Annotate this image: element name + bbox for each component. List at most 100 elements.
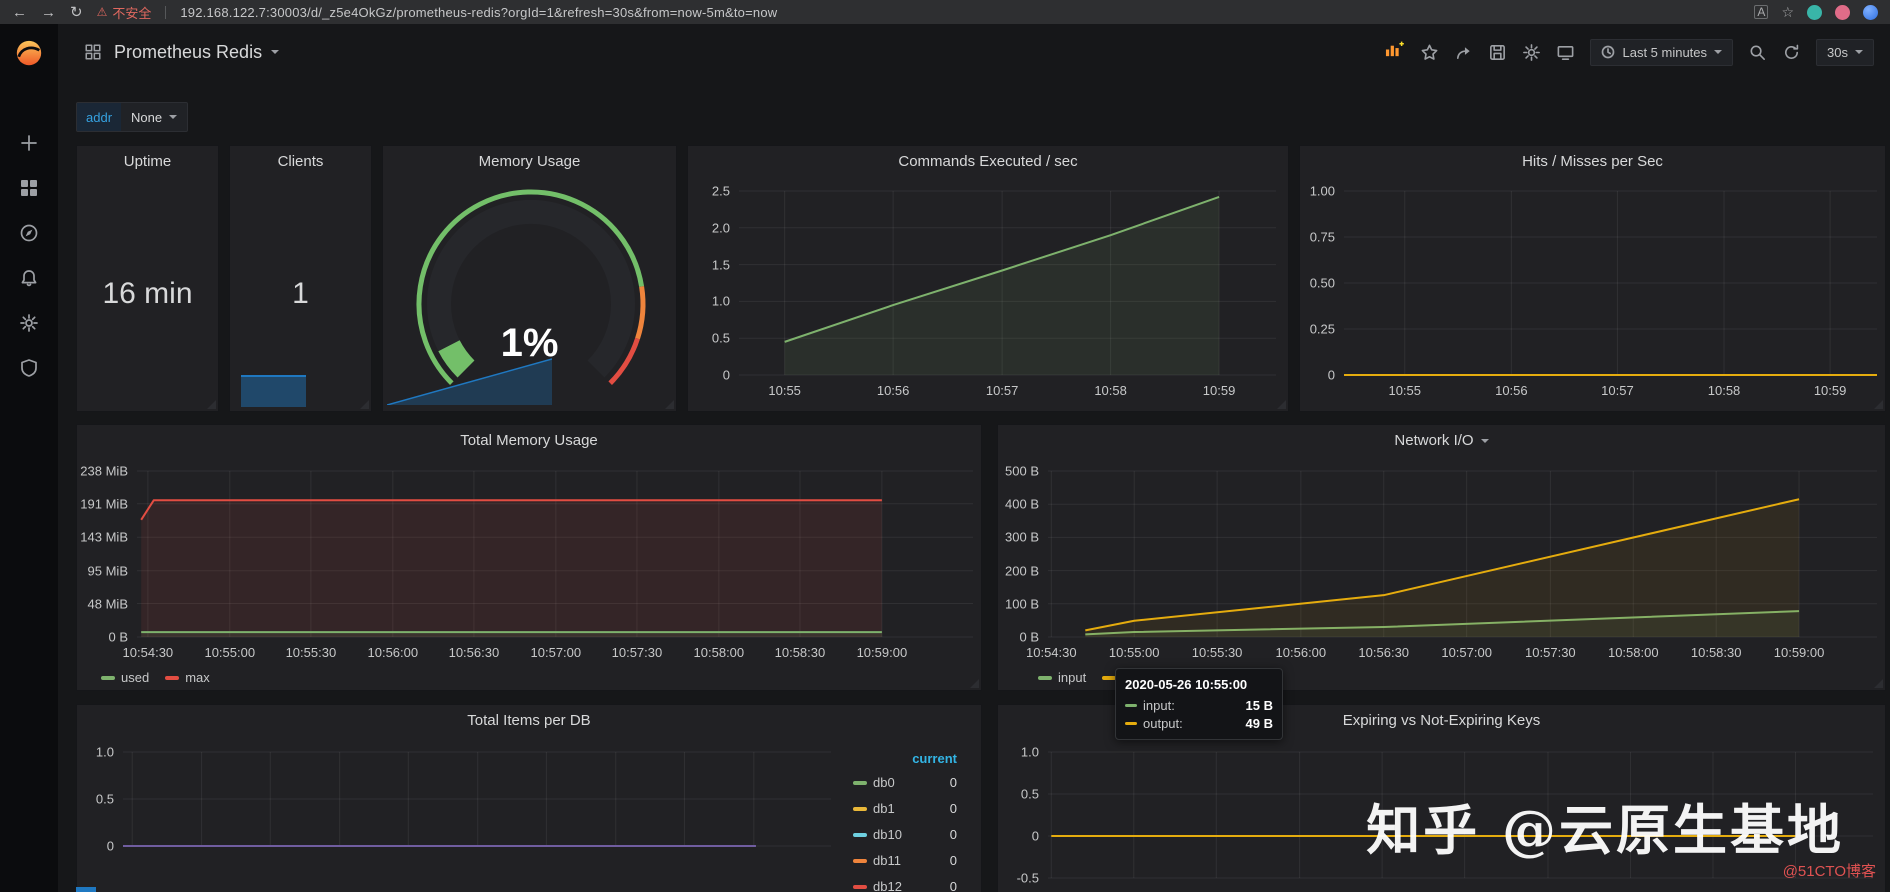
tooltip-timestamp: 2020-05-26 10:55:00	[1125, 677, 1248, 692]
tooltip-row-output: output: 49 B	[1125, 716, 1273, 731]
panel-title[interactable]: Commands Executed / sec	[688, 146, 1288, 178]
legend-item-used[interactable]: used	[101, 670, 149, 685]
series-color-dash	[853, 832, 867, 837]
configuration-gear-icon[interactable]	[19, 313, 39, 333]
memory-usage-value: 1%	[500, 321, 559, 365]
x-axis-label: 10:59	[1813, 383, 1847, 398]
grafana-logo[interactable]	[14, 38, 44, 68]
browser-forward-button[interactable]: →	[41, 5, 56, 20]
legend-table: current db0 0 db1 0 db10 0 db11 0 db12 0	[853, 751, 957, 892]
share-icon[interactable]	[1454, 43, 1473, 62]
x-axis-label: 10:58:30	[1690, 645, 1742, 660]
save-icon[interactable]	[1488, 43, 1507, 62]
chevron-down-icon	[1855, 50, 1863, 54]
y-axis-label: 400 B	[1005, 496, 1039, 512]
legend-row-db0[interactable]: db0 0	[853, 774, 957, 791]
panel-clients: Clients 1	[229, 145, 372, 412]
navbar-actions: Last 5 minutes 30s	[1384, 38, 1874, 66]
settings-gear-icon[interactable]	[1522, 43, 1541, 62]
y-axis-label: 0 B	[108, 629, 128, 645]
panel-title[interactable]: Uptime	[77, 146, 218, 178]
y-axis-label: 2.5	[711, 183, 730, 199]
tooltip-row-input: input: 15 B	[1125, 698, 1273, 713]
hits-misses-chart: 1.00 0.75 0.50 0.25 0 10:55 10:56 10:57 10:58 10:…	[1310, 184, 1877, 398]
dashboards-icon[interactable]	[19, 178, 39, 198]
y-axis-label: 0 B	[1019, 629, 1039, 645]
x-axis-label: 10:59	[1202, 383, 1236, 398]
browser-back-button[interactable]: ←	[12, 5, 27, 20]
extension-icon-pink[interactable]	[1835, 4, 1850, 20]
y-axis-label: 0.25	[1309, 321, 1335, 337]
panel-title[interactable]: Total Items per DB	[77, 705, 981, 737]
warning-icon: ⚠	[96, 5, 108, 19]
items-per-db-chart: 1.0 0.5 0	[96, 745, 831, 854]
y-axis-label: 500 B	[1005, 463, 1039, 479]
panel-title[interactable]: Total Memory Usage	[77, 425, 981, 457]
legend-row-db12[interactable]: db12 0	[853, 878, 957, 892]
panel-title[interactable]: Hits / Misses per Sec	[1300, 146, 1885, 178]
extension-icon-teal[interactable]	[1807, 4, 1822, 20]
x-axis-label: 10:55	[1388, 383, 1422, 398]
dashboard-title-dropdown[interactable]: Prometheus Redis	[114, 42, 280, 63]
y-axis-label: 95 MiB	[87, 563, 128, 579]
chart-canvas[interactable]	[1344, 191, 1877, 375]
alerting-bell-icon[interactable]	[19, 268, 39, 288]
add-panel-icon[interactable]	[1384, 40, 1405, 64]
tooltip-label: output:	[1143, 716, 1183, 731]
panel-title[interactable]: Clients	[230, 146, 371, 178]
legend-column-header[interactable]: current	[853, 751, 957, 766]
browser-reload-button[interactable]: ↻	[70, 5, 83, 20]
y-axis-label: 100 B	[1005, 596, 1039, 612]
create-plus-icon[interactable]	[19, 133, 39, 153]
x-axis-label: 10:54:30	[122, 645, 174, 660]
time-range-picker[interactable]: Last 5 minutes	[1590, 38, 1734, 66]
url-text[interactable]: 192.168.122.7:30003/d/_z5e4OkGz/promethe…	[180, 5, 777, 20]
refresh-interval-label: 30s	[1827, 44, 1848, 60]
y-axis-label: 0	[722, 367, 730, 383]
series-color-dash	[1038, 675, 1052, 680]
legend-row-db11[interactable]: db11 0	[853, 852, 957, 869]
dashboard-picker-icon[interactable]	[84, 43, 102, 61]
watermark-text: 知乎 @云原生基地	[1366, 798, 1844, 862]
refresh-icon[interactable]	[1782, 43, 1801, 62]
legend-item-input[interactable]: input	[1038, 670, 1086, 685]
panel-title[interactable]: Memory Usage	[383, 146, 676, 178]
bookmark-star-icon[interactable]: ☆	[1781, 4, 1794, 21]
y-axis-label: -0.5	[1016, 870, 1039, 886]
chart-canvas[interactable]	[739, 191, 1276, 375]
chevron-down-icon	[1714, 50, 1723, 54]
series-color-dash	[853, 858, 867, 863]
explore-compass-icon[interactable]	[19, 223, 39, 243]
legend-item-max[interactable]: max	[165, 670, 210, 685]
refresh-interval-picker[interactable]: 30s	[1816, 38, 1874, 66]
y-axis-label: 0.5	[1020, 786, 1039, 802]
legend-label: db10	[873, 827, 902, 842]
clients-value: 1	[292, 277, 309, 310]
x-axis-label: 10:56:30	[448, 645, 500, 660]
x-axis-label: 10:55:00	[204, 645, 256, 660]
memory-gauge	[416, 189, 646, 385]
tv-cycle-icon[interactable]	[1556, 43, 1575, 62]
translate-icon[interactable]: A	[1754, 5, 1769, 19]
star-icon[interactable]	[1420, 43, 1439, 62]
panel-total-memory: Total Memory Usage 238 MiB 191 MiB 143 MiB…	[76, 424, 982, 691]
legend-value: 0	[949, 775, 957, 790]
variable-addr-dropdown[interactable]: addr None	[76, 102, 189, 132]
legend-row-db10[interactable]: db10 0	[853, 826, 957, 843]
51cto-badge: @51CTO博客	[1782, 863, 1876, 880]
profile-avatar[interactable]	[1863, 4, 1878, 20]
panel-title-dropdown[interactable]: Network I/O	[998, 425, 1885, 457]
y-axis-label: 238 MiB	[80, 463, 128, 479]
legend: used max	[101, 670, 210, 685]
security-indicator[interactable]: ⚠ 不安全	[97, 3, 152, 22]
legend-label: input	[1058, 670, 1087, 685]
chevron-down-icon	[1480, 439, 1489, 443]
y-axis-label: 1.00	[1309, 183, 1335, 199]
dashboard-canvas: addr None Uptime 16 min Clients 1 Memory…	[58, 80, 1890, 892]
shield-icon[interactable]	[19, 358, 39, 378]
zoom-out-icon[interactable]	[1748, 43, 1767, 62]
chart-canvas[interactable]	[1048, 471, 1877, 637]
legend-row-db1[interactable]: db1 0	[853, 800, 957, 817]
chart-canvas[interactable]	[123, 752, 831, 846]
chart-canvas[interactable]	[137, 471, 973, 637]
